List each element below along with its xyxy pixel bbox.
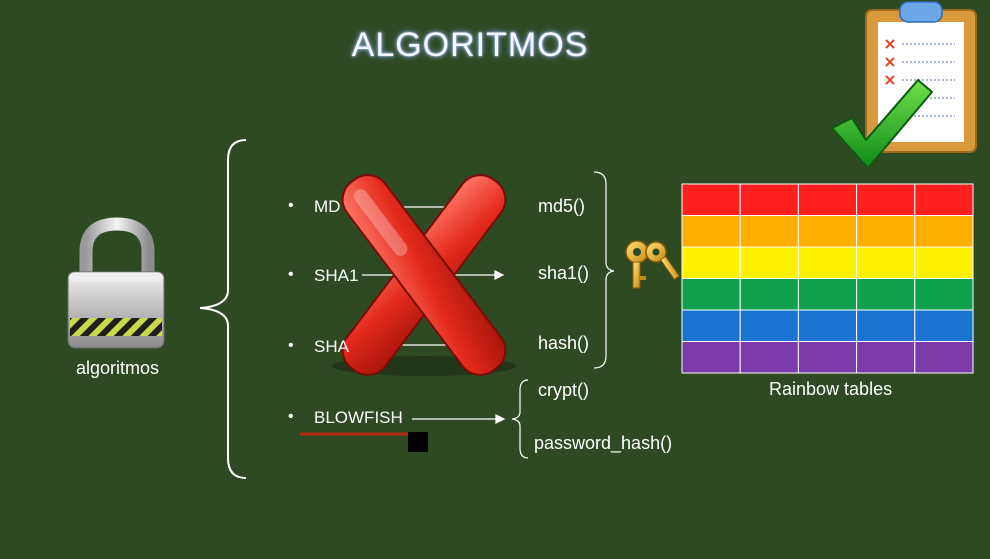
rainbow-cell	[914, 183, 974, 216]
bullet-icon: •	[288, 337, 294, 354]
fn-hash: hash()	[538, 333, 590, 353]
rainbow-cell	[914, 215, 974, 248]
rainbow-table	[681, 183, 974, 374]
fn-password-hash: password_hash()	[534, 433, 673, 453]
rainbow-cell	[681, 246, 741, 279]
rainbow-cell	[797, 341, 858, 374]
rainbow-cell	[681, 341, 741, 374]
rainbow-cell	[856, 341, 916, 374]
rainbow-cell	[914, 278, 974, 311]
rainbow-cell	[856, 215, 916, 248]
rainbow-cell	[856, 309, 916, 342]
rainbow-cell	[681, 309, 741, 342]
padlock-icon	[67, 217, 165, 349]
item-sha: SHA	[314, 337, 349, 356]
rainbow-cell	[797, 215, 858, 248]
rainbow-cell	[739, 183, 799, 216]
rainbow-cell	[797, 183, 858, 216]
rainbow-cell	[739, 215, 799, 248]
rainbow-cell	[681, 215, 741, 248]
rainbow-cell	[856, 183, 916, 216]
rainbow-cell	[739, 246, 799, 279]
fn-md5: md5()	[538, 196, 586, 216]
slide-graphics	[67, 1, 977, 479]
rainbow-cell	[856, 246, 916, 279]
rainbow-cell	[739, 309, 799, 342]
rainbow-cell	[681, 183, 741, 216]
rainbow-cell	[856, 278, 916, 311]
rainbow-cell	[739, 278, 799, 311]
rainbow-caption: Rainbow tables	[769, 379, 893, 399]
rainbow-cell	[797, 246, 858, 279]
rainbow-cell	[914, 246, 974, 279]
item-md5: MD	[314, 197, 341, 216]
fn-sha1: sha1()	[538, 263, 590, 283]
bullet-icon: •	[288, 197, 294, 214]
rainbow-cell	[914, 309, 974, 342]
lock-label: algoritmos	[76, 358, 160, 378]
rainbow-cell	[681, 278, 741, 311]
fn-crypt: crypt()	[538, 380, 589, 400]
item-blowfish: BLOWFISH	[314, 408, 403, 427]
item-sha1: SHA1	[314, 266, 359, 285]
rainbow-cell	[914, 341, 974, 374]
rainbow-cell	[797, 309, 858, 342]
keys-icon	[625, 240, 680, 289]
rainbow-cell	[739, 341, 799, 374]
bullet-icon: •	[288, 266, 294, 283]
rainbow-cell	[797, 278, 858, 311]
bullet-icon: •	[288, 408, 294, 425]
